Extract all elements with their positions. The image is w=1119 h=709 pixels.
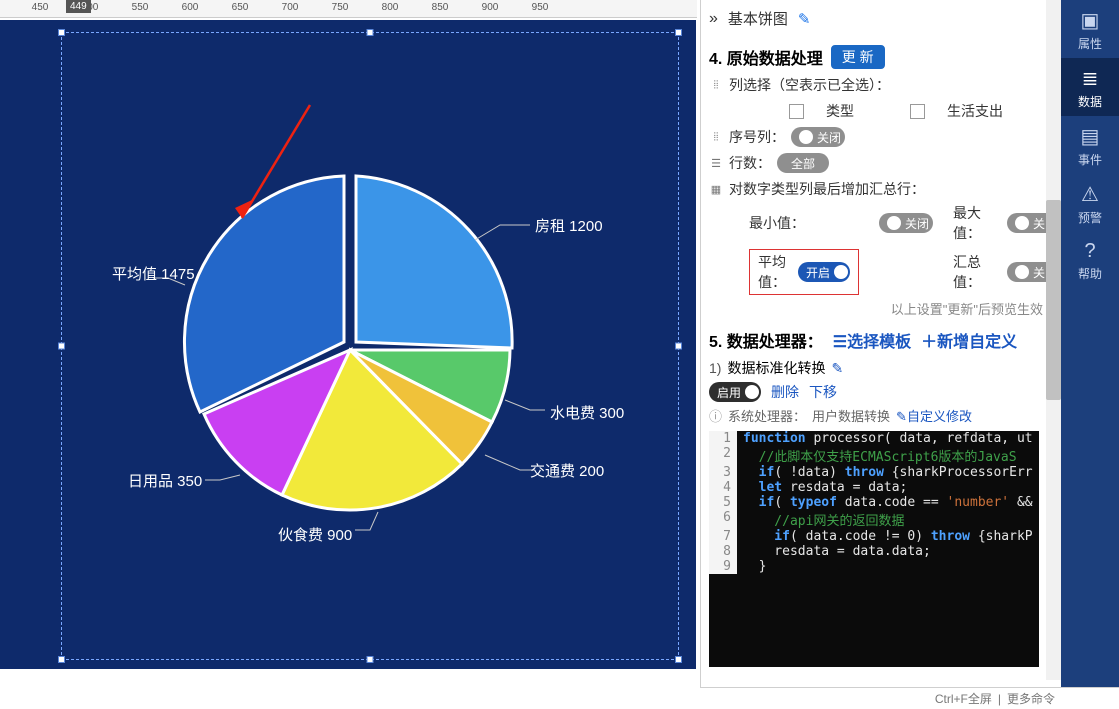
min-label: 最小值：: [749, 213, 855, 233]
max-label: 最大值：: [953, 203, 983, 243]
alert-icon: ⚠: [1061, 182, 1119, 207]
events-icon: ▤: [1061, 124, 1119, 149]
checkbox-type-label: 类型: [826, 101, 854, 121]
edit-processor-icon[interactable]: ✎: [831, 360, 843, 377]
checkbox-type[interactable]: [789, 104, 804, 119]
ruler-position-badge: 449: [66, 0, 91, 13]
seq-icon: ⦙⦙: [709, 131, 723, 144]
resize-handle-nw[interactable]: [58, 29, 65, 36]
sys-processor-label: 系统处理器：: [728, 406, 806, 425]
rail-properties[interactable]: ▣属性: [1061, 0, 1119, 58]
settings-note: 以上设置"更新"后预览生效: [709, 295, 1061, 318]
resize-handle-sw[interactable]: [58, 656, 65, 663]
section-5-title: 5. 数据处理器：: [709, 328, 823, 352]
canvas-area: 450 500 550 600 650 700 750 800 850 900 …: [0, 0, 697, 709]
refresh-button[interactable]: 更 新: [831, 45, 885, 69]
add-custom-link[interactable]: ＋新增自定义: [921, 328, 1017, 352]
resize-handle-s[interactable]: [367, 656, 374, 663]
delete-link[interactable]: 删除: [771, 382, 799, 402]
collapse-icon[interactable]: »: [709, 10, 718, 28]
pie-label-food: 伙食费 900: [278, 524, 352, 545]
resize-handle-se[interactable]: [675, 656, 682, 663]
agg-icon: ▦: [709, 183, 723, 196]
ruler-horizontal: 450 500 550 600 650 700 750 800 850 900 …: [0, 0, 697, 18]
user-transform-label: 用户数据转换: [812, 406, 890, 425]
list-icon: ⦙⦙: [709, 79, 723, 92]
pie-label-utilities: 水电费 300: [550, 402, 624, 423]
resize-handle-e[interactable]: [675, 343, 682, 350]
toggle-enable-processor[interactable]: 启用: [709, 382, 761, 402]
processor-index: 1): [709, 360, 721, 376]
sum-label: 汇总值：: [953, 252, 983, 292]
pie-label-average: 平均值 1475: [112, 263, 195, 284]
data-icon: ≣: [1061, 66, 1119, 91]
help-icon: ?: [1061, 240, 1119, 263]
more-commands[interactable]: 更多命令: [1007, 690, 1055, 707]
code-editor[interactable]: 1function processor( data, refdata, ut 2…: [709, 431, 1039, 667]
toggle-row-count[interactable]: 全部: [777, 153, 829, 173]
pie-slice-rent[interactable]: [356, 176, 512, 348]
avg-highlighted-group: 平均值： 开启: [749, 249, 859, 295]
toggle-seq-col[interactable]: 关闭: [791, 127, 845, 147]
right-icon-rail: ▣属性 ≣数据 ▤事件 ⚠预警 ?帮助: [1061, 0, 1119, 709]
pie-chart[interactable]: [90, 80, 610, 600]
resize-handle-ne[interactable]: [675, 29, 682, 36]
section-4-title: 4. 原始数据处理: [709, 45, 823, 69]
toggle-min[interactable]: 关闭: [879, 213, 933, 233]
rows-icon: ☰: [709, 157, 723, 170]
properties-icon: ▣: [1061, 8, 1119, 33]
select-template-link[interactable]: ☰选择模板: [833, 328, 911, 352]
resize-handle-n[interactable]: [367, 29, 374, 36]
rail-events[interactable]: ▤事件: [1061, 116, 1119, 174]
seq-col-label: 序号列：: [729, 127, 785, 147]
info-icon: ⓘ: [709, 406, 722, 425]
toggle-avg[interactable]: 开启: [798, 262, 850, 282]
row-count-label: 行数：: [729, 153, 771, 173]
rail-help[interactable]: ?帮助: [1061, 232, 1119, 288]
panel-title: 基本饼图: [728, 8, 788, 29]
checkbox-expense[interactable]: [910, 104, 925, 119]
processor-name: 数据标准化转换: [727, 358, 825, 378]
checkbox-expense-label: 生活支出: [947, 101, 1003, 121]
resize-handle-w[interactable]: [58, 343, 65, 350]
rail-data[interactable]: ≣数据: [1061, 58, 1119, 116]
pie-label-transport: 交通费 200: [530, 460, 604, 481]
status-bar: Ctrl+F全屏 | 更多命令: [700, 687, 1119, 709]
avg-label: 平均值：: [758, 252, 788, 292]
agg-label: 对数字类型列最后增加汇总行：: [729, 179, 925, 199]
pie-label-rent: 房租 1200: [535, 215, 603, 236]
panel-scrollbar[interactable]: [1046, 0, 1061, 680]
design-surface[interactable]: 房租 1200 水电费 300 交通费 200 伙食费 900 日用品 350 …: [0, 20, 696, 669]
pie-label-daily: 日用品 350: [128, 470, 202, 491]
fullscreen-hint[interactable]: Ctrl+F全屏: [935, 690, 992, 707]
edit-icon[interactable]: ✎: [798, 10, 811, 28]
move-down-link[interactable]: 下移: [809, 382, 837, 402]
custom-edit-link[interactable]: ✎自定义修改: [896, 406, 972, 425]
rail-alert[interactable]: ⚠预警: [1061, 174, 1119, 232]
properties-panel: » 基本饼图 ✎ 4. 原始数据处理 更 新 ⦙⦙ 列选择（空表示已全选）： 类…: [700, 0, 1061, 709]
column-select-label: 列选择（空表示已全选）：: [729, 75, 890, 95]
